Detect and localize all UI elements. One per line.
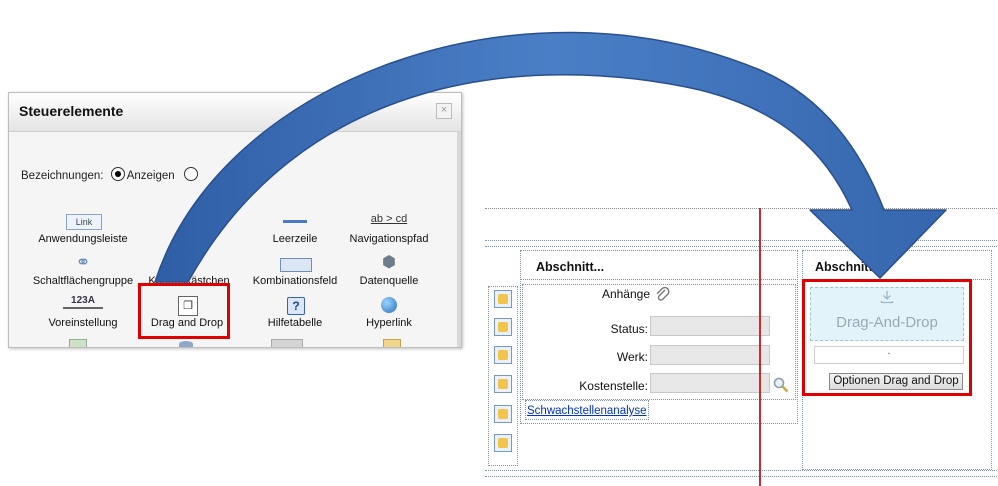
curved-arrow-icon [154,31,947,283]
